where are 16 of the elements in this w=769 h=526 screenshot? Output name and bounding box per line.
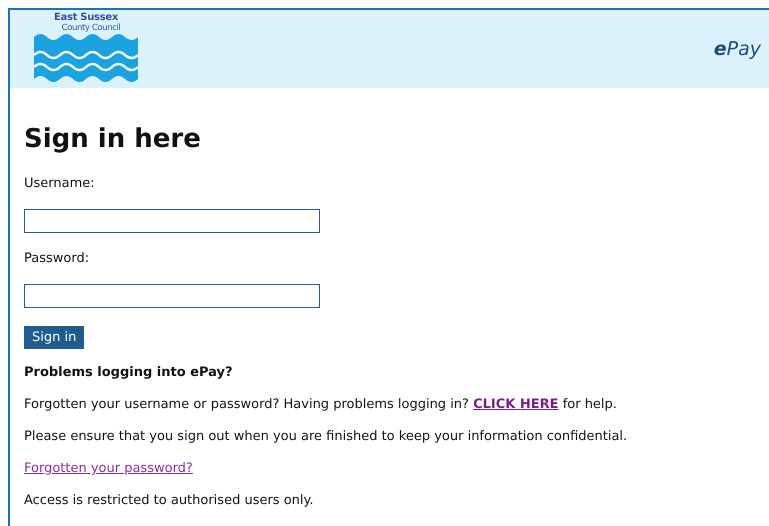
notice-text: Please ensure that you sign out when you are finished to keep your information confidential. [24, 429, 628, 444]
logo-text: East Sussex [54, 12, 118, 23]
sign-in-button[interactable]: Sign in [24, 326, 84, 349]
forgot-password-link[interactable]: Forgotten your password? [24, 461, 193, 476]
click-here-link[interactable]: CLICK HERE [473, 397, 559, 412]
access-note: Access is restricted to authorised users only. [24, 493, 314, 508]
help-heading: Problems logging into ePay? [24, 365, 234, 380]
page-title: Sign in here [24, 124, 202, 154]
logo-text: County Council [62, 23, 120, 33]
brand-name: ePay [714, 38, 761, 60]
field-label: Username: [24, 176, 96, 191]
input-field[interactable] [24, 284, 320, 308]
field-label: Password: [24, 251, 90, 266]
help-text: Forgotten your username or password? Having problems logging in? CLICK HERE for help. [24, 397, 618, 412]
input-field[interactable] [24, 209, 320, 233]
waves-logo-icon [34, 33, 138, 83]
